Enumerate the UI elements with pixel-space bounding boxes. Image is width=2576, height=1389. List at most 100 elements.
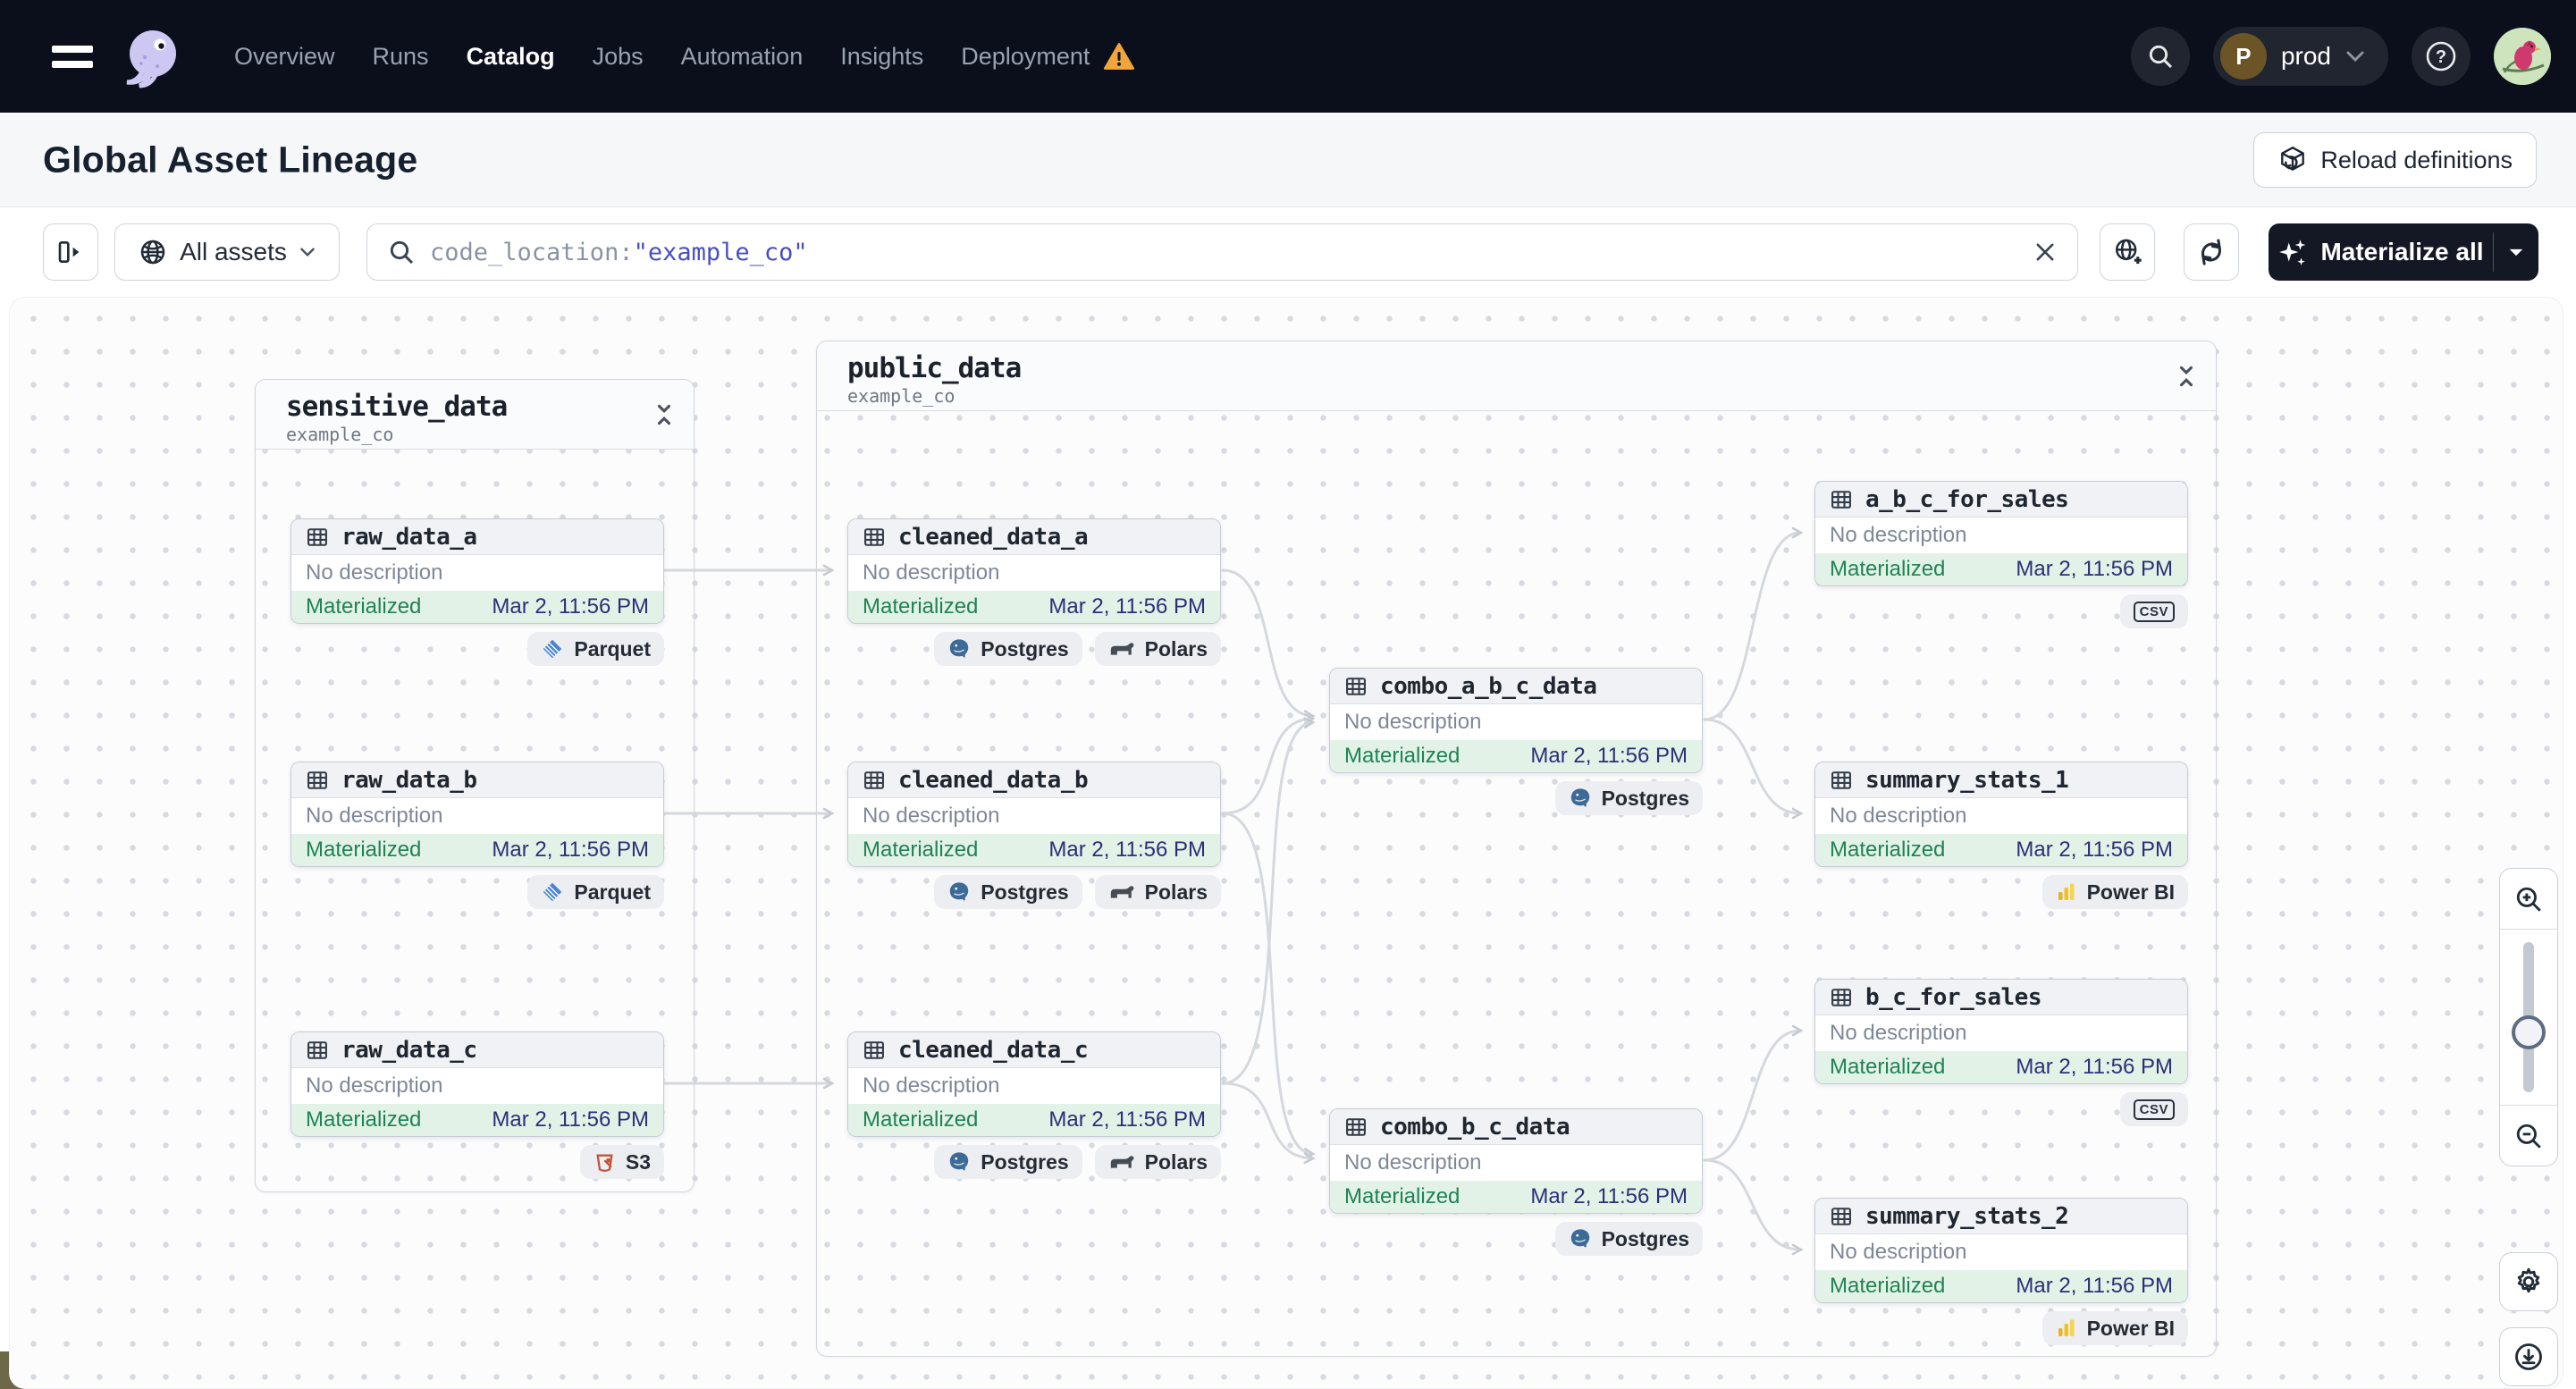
deployment-warning-icon[interactable] (1104, 42, 1135, 71)
asset-status: Materialized (1830, 1055, 1946, 1079)
nav-item-jobs[interactable]: Jobs (593, 43, 644, 71)
asset-node-raw-data-c[interactable]: raw_data_c No description Materialized Ma… (290, 1031, 664, 1179)
asset-node-raw-data-a[interactable]: raw_data_a No description Materialized Ma… (290, 518, 664, 666)
zoom-out-button[interactable] (2500, 1105, 2557, 1166)
asset-node-combo-b-c-data[interactable]: combo_b_c_data No description Materializ… (1329, 1108, 1703, 1256)
open-sidebar-button[interactable] (43, 223, 98, 281)
asset-card[interactable]: a_b_c_for_sales No description Materiali… (1814, 481, 2188, 586)
menu-icon[interactable] (52, 45, 93, 68)
dagster-logo[interactable] (118, 21, 188, 91)
page-header: Global Asset Lineage Reload definitions (0, 113, 2576, 207)
kind-tag-polars[interactable]: Polars (1094, 632, 1221, 666)
tag-label: Postgres (1601, 786, 1689, 810)
reload-definitions-button[interactable]: Reload definitions (2253, 132, 2537, 188)
asset-name: cleaned_data_c (898, 1036, 1089, 1064)
nav-item-catalog[interactable]: Catalog (467, 43, 555, 71)
kind-tag-csv[interactable]: CSV (2119, 1092, 2188, 1126)
asset-node-cleaned-data-a[interactable]: cleaned_data_a No description Materializ… (847, 518, 1221, 666)
asset-description: No description (848, 1068, 1220, 1104)
nav-item-automation[interactable]: Automation (681, 43, 804, 71)
kind-tag-postgres[interactable]: Postgres (934, 875, 1082, 909)
group-code-location: example_co (847, 385, 955, 407)
search-icon[interactable] (2130, 27, 2190, 86)
kind-tag-s3[interactable]: S3 (579, 1145, 664, 1179)
asset-name: combo_a_b_c_data (1380, 672, 1597, 700)
materialize-all-button[interactable]: Materialize all (2269, 223, 2538, 281)
help-icon[interactable]: ? (2412, 27, 2471, 86)
kind-tag-csv[interactable]: CSV (2119, 594, 2188, 628)
asset-status: Materialized (863, 594, 979, 619)
refresh-button[interactable] (2184, 223, 2239, 281)
graph-settings-button[interactable] (2499, 1252, 2558, 1311)
nav-item-runs[interactable]: Runs (373, 43, 429, 71)
asset-card[interactable]: summary_stats_1 No description Materiali… (1814, 762, 2188, 867)
asset-card[interactable]: raw_data_a No description Materialized Ma… (290, 518, 664, 624)
polars-icon (1110, 643, 1134, 655)
materialize-all-main[interactable]: Materialize all (2269, 223, 2493, 281)
filter-settings-button[interactable] (2100, 223, 2155, 281)
postgres-icon (1570, 788, 1589, 807)
asset-node-a-b-c-for-sales[interactable]: a_b_c_for_sales No description Materiali… (1814, 481, 2188, 628)
tag-label: Parquet (574, 880, 651, 904)
asset-search-input[interactable]: code_location:"example_co" (366, 223, 2078, 281)
kind-tag-polars[interactable]: Polars (1094, 875, 1221, 909)
clear-search-icon[interactable] (2033, 240, 2058, 265)
collapse-group-icon[interactable] (654, 403, 674, 431)
tag-label: Postgres (981, 1149, 1069, 1174)
reload-cube-icon (2281, 146, 2305, 171)
s3-icon (596, 1154, 613, 1172)
asset-description: No description (291, 555, 663, 591)
kind-tag-polars[interactable]: Polars (1094, 1145, 1221, 1179)
table-icon (307, 527, 327, 546)
materialize-options-caret[interactable] (2494, 223, 2538, 281)
table-icon (307, 770, 327, 789)
table-icon (1831, 490, 1851, 509)
nav-item-overview[interactable]: Overview (234, 43, 335, 71)
asset-node-summary-stats-1[interactable]: summary_stats_1 No description Materiali… (1814, 762, 2188, 909)
user-avatar[interactable] (2494, 28, 2551, 85)
kind-tag-postgres[interactable]: Postgres (1554, 1222, 1703, 1256)
asset-card[interactable]: raw_data_b No description Materialized Ma… (290, 762, 664, 867)
csv-icon: CSV (2133, 1099, 2175, 1120)
asset-card[interactable]: cleaned_data_c No description Materializ… (847, 1031, 1221, 1137)
zoom-in-button[interactable] (2500, 869, 2557, 930)
sparkle-icon (2279, 240, 2306, 265)
asset-timestamp: Mar 2, 11:56 PM (1530, 744, 1688, 768)
nav-item-insights[interactable]: Insights (840, 43, 923, 71)
asset-card[interactable]: raw_data_c No description Materialized Ma… (290, 1031, 664, 1137)
nav-item-deployment[interactable]: Deployment (961, 43, 1090, 71)
kind-tag-postgres[interactable]: Postgres (934, 632, 1082, 666)
kind-tag-postgres[interactable]: Postgres (934, 1145, 1082, 1179)
asset-card[interactable]: combo_b_c_data No description Materializ… (1329, 1108, 1703, 1214)
zoom-controls (2499, 868, 2558, 1166)
download-image-button[interactable] (2499, 1327, 2558, 1386)
asset-node-raw-data-b[interactable]: raw_data_b No description Materialized Ma… (290, 762, 664, 909)
asset-status: Materialized (306, 594, 422, 619)
kind-tag-parquet[interactable]: Parquet (527, 632, 664, 666)
zoom-slider[interactable] (2500, 930, 2557, 1105)
kind-tag-powerbi[interactable]: Power BI (2041, 875, 2188, 909)
asset-node-b-c-for-sales[interactable]: b_c_for_sales No description Materialize… (1814, 979, 2188, 1126)
group-code-location: example_co (286, 424, 394, 445)
asset-node-cleaned-data-c[interactable]: cleaned_data_c No description Materializ… (847, 1031, 1221, 1179)
asset-node-combo-a-b-c-data[interactable]: combo_a_b_c_data No description Material… (1329, 668, 1703, 815)
asset-node-summary-stats-2[interactable]: summary_stats_2 No description Materiali… (1814, 1198, 2188, 1345)
asset-node-cleaned-data-b[interactable]: cleaned_data_b No description Materializ… (847, 762, 1221, 909)
refresh-icon (2201, 239, 2221, 265)
environment-switcher[interactable]: P prod (2212, 27, 2388, 86)
collapse-group-icon[interactable] (2176, 365, 2196, 392)
kind-tag-powerbi[interactable]: Power BI (2041, 1311, 2188, 1345)
asset-card[interactable]: cleaned_data_b No description Materializ… (847, 762, 1221, 867)
zoom-slider-thumb[interactable] (2512, 1015, 2546, 1049)
asset-name: raw_data_b (341, 766, 477, 794)
asset-scope-dropdown[interactable]: All assets (114, 223, 340, 281)
asset-card[interactable]: cleaned_data_a No description Materializ… (847, 518, 1221, 624)
asset-timestamp: Mar 2, 11:56 PM (492, 1107, 649, 1132)
asset-timestamp: Mar 2, 11:56 PM (2016, 1274, 2173, 1298)
kind-tag-parquet[interactable]: Parquet (527, 875, 664, 909)
kind-tag-postgres[interactable]: Postgres (1554, 781, 1703, 815)
asset-card[interactable]: b_c_for_sales No description Materialize… (1814, 979, 2188, 1084)
asset-card[interactable]: summary_stats_2 No description Materiali… (1814, 1198, 2188, 1303)
tag-label: Polars (1144, 636, 1208, 661)
asset-card[interactable]: combo_a_b_c_data No description Material… (1329, 668, 1703, 773)
